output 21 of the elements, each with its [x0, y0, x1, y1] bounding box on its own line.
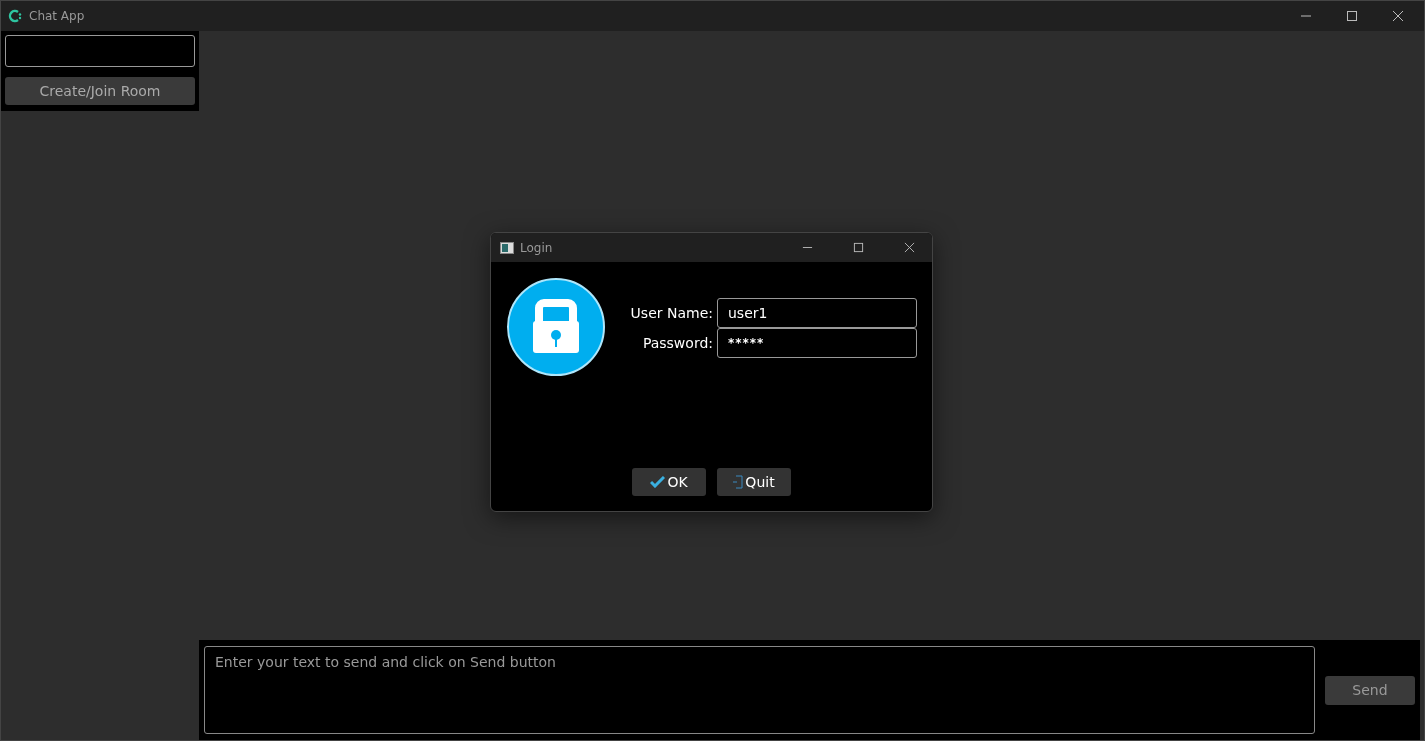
close-icon[interactable] — [904, 242, 915, 253]
ok-button[interactable]: OK — [632, 468, 706, 496]
padlock-icon — [506, 277, 606, 377]
message-input-field[interactable]: Enter your text to send and click on Send button — [204, 646, 1315, 734]
door-icon — [733, 475, 744, 489]
dialog-title: Login — [520, 240, 553, 255]
username-field[interactable]: user1 — [717, 298, 917, 328]
quit-button[interactable]: Quit — [717, 468, 791, 496]
room-input-field[interactable] — [5, 35, 195, 67]
send-button[interactable]: Send — [1325, 675, 1415, 705]
window-icon — [500, 241, 514, 254]
create-join-room-button[interactable]: Create/Join Room — [5, 77, 195, 105]
app-logo-icon — [8, 9, 22, 23]
window-title: Chat App — [29, 9, 85, 23]
field-label: User Name: — [630, 305, 713, 321]
close-icon[interactable] — [1392, 10, 1404, 22]
checkmark-icon — [650, 476, 666, 488]
maximize-icon[interactable] — [1346, 10, 1358, 22]
field-label: Password: — [642, 335, 713, 351]
maximize-icon[interactable] — [853, 242, 864, 253]
password-field[interactable]: ***** — [717, 328, 917, 358]
